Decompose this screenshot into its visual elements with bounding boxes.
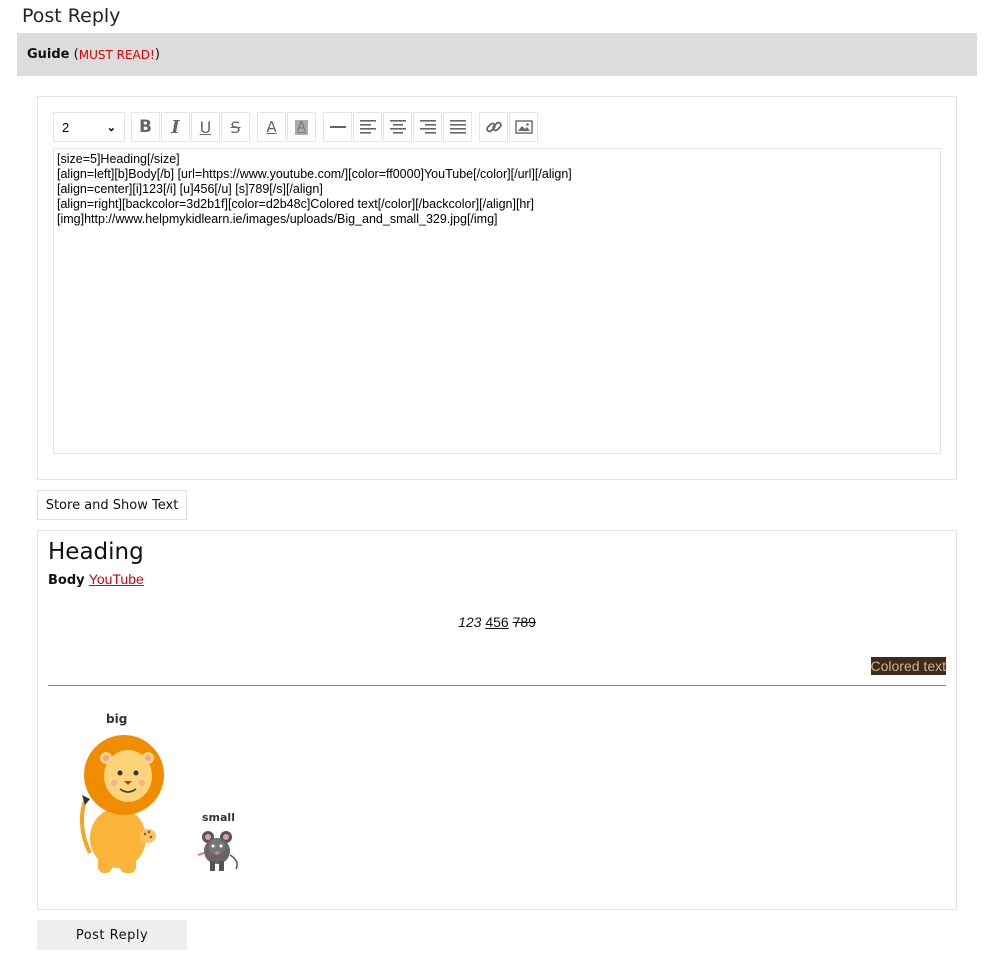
font-size-select[interactable]: 2 ⌄: [53, 112, 125, 142]
preview-heading: Heading: [48, 539, 144, 565]
strikethrough-icon: S: [230, 117, 241, 137]
preview-body-line: Body YouTube: [48, 571, 144, 588]
horizontal-rule-icon: [329, 126, 346, 128]
align-right-icon: [419, 120, 436, 134]
store-and-show-button[interactable]: Store and Show Text: [37, 490, 187, 520]
align-center-icon: [389, 120, 406, 134]
image-icon: [514, 120, 533, 134]
font-color-icon: A: [266, 118, 277, 136]
guide-label: Guide: [27, 47, 70, 62]
bold-icon: B: [139, 117, 152, 137]
preview-strike: 789: [512, 614, 536, 630]
align-left-icon: [359, 120, 376, 134]
editor-toolbar: 2 ⌄ B I U S A A: [53, 112, 539, 142]
justify-icon: [449, 120, 466, 134]
guide-bar[interactable]: Guide (MUST READ!): [17, 33, 977, 76]
preview-panel: Heading Body YouTube 123 456 789 Colored…: [37, 530, 957, 910]
image-label-small: small: [202, 811, 235, 824]
bold-button[interactable]: B: [131, 112, 160, 142]
italic-button[interactable]: I: [161, 112, 190, 142]
guide-close-paren: ): [154, 47, 160, 62]
horizontal-rule-button[interactable]: [323, 112, 352, 142]
font-size-value: 2: [62, 119, 70, 135]
chevron-down-icon: ⌄: [106, 121, 116, 134]
page-title: Post Reply: [22, 5, 121, 27]
underline-button[interactable]: U: [191, 112, 220, 142]
justify-button[interactable]: [443, 112, 472, 142]
link-button[interactable]: [479, 112, 508, 142]
bbcode-textarea[interactable]: [size=5]Heading[/size] [align=left][b]Bo…: [53, 148, 941, 454]
preview-center-line: 123 456 789: [38, 614, 956, 630]
background-color-button[interactable]: A: [287, 112, 316, 142]
preview-italic: 123: [458, 614, 482, 630]
align-right-button[interactable]: [413, 112, 442, 142]
preview-horizontal-rule: [48, 685, 946, 686]
italic-icon: I: [171, 116, 180, 138]
must-read-link[interactable]: MUST READ!: [79, 48, 155, 62]
bbcode-editor: 2 ⌄ B I U S A A [size=5]Heading[/size] […: [37, 96, 957, 480]
image-button[interactable]: [509, 112, 538, 142]
link-icon: [485, 121, 502, 133]
post-reply-button[interactable]: Post Reply: [37, 920, 187, 950]
preview-body-bold: Body: [48, 573, 85, 588]
font-color-button[interactable]: A: [257, 112, 286, 142]
big-and-small-image: big small: [68, 703, 248, 875]
align-center-button[interactable]: [383, 112, 412, 142]
strikethrough-button[interactable]: S: [221, 112, 250, 142]
background-color-icon: A: [295, 119, 308, 135]
underline-icon: U: [199, 117, 212, 137]
image-label-big: big: [106, 712, 127, 726]
preview-colored-text: Colored text: [870, 657, 946, 675]
youtube-link[interactable]: YouTube: [89, 571, 144, 587]
preview-underline: 456: [485, 614, 509, 630]
align-left-button[interactable]: [353, 112, 382, 142]
